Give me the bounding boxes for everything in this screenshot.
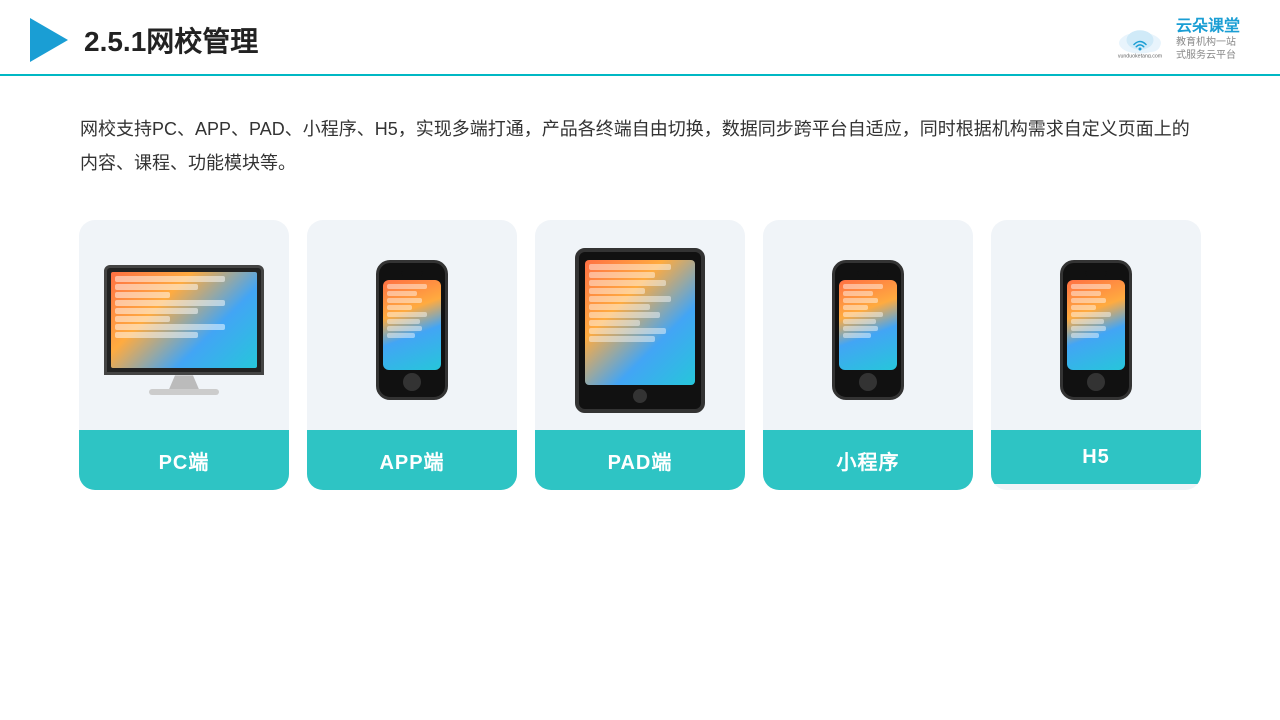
svg-text:yunduoketang.com: yunduoketang.com	[1118, 53, 1163, 58]
card-pc-label: PC端	[79, 430, 289, 490]
logo-tagline: 教育机构一站式服务云平台	[1176, 36, 1236, 62]
card-pc[interactable]: PC端	[79, 220, 289, 490]
card-app-label: APP端	[307, 430, 517, 490]
card-h5-label: H5	[991, 430, 1201, 484]
card-pad-label: PAD端	[535, 430, 745, 490]
card-mini-label: 小程序	[763, 430, 973, 490]
card-app-image	[307, 220, 517, 430]
description-paragraph: 网校支持PC、APP、PAD、小程序、H5，实现多端打通，产品各终端自由切换，数…	[80, 112, 1200, 180]
logo-area: yunduoketang.com 云朵课堂 教育机构一站式服务云平台	[1110, 18, 1240, 62]
logo-name: 云朵课堂	[1176, 18, 1240, 36]
cloud-logo-svg: yunduoketang.com	[1110, 22, 1170, 58]
phone-mockup-app	[376, 260, 448, 400]
phone-mockup-h5	[1060, 260, 1132, 400]
play-icon	[30, 18, 68, 62]
card-h5-image	[991, 220, 1201, 430]
header-left: 2.5.1网校管理	[30, 18, 258, 62]
card-app[interactable]: APP端	[307, 220, 517, 490]
card-pad[interactable]: PAD端	[535, 220, 745, 490]
card-mini[interactable]: 小程序	[763, 220, 973, 490]
description-text: 网校支持PC、APP、PAD、小程序、H5，实现多端打通，产品各终端自由切换，数…	[0, 76, 1280, 200]
card-h5[interactable]: H5	[991, 220, 1201, 490]
tablet-mockup	[575, 248, 705, 413]
cards-container: PC端 APP端	[0, 200, 1280, 510]
page-title: 2.5.1网校管理	[84, 20, 258, 60]
page-header: 2.5.1网校管理 yunduoketang.com 云朵课堂 教育机构一站式服…	[0, 0, 1280, 76]
pc-mockup	[104, 265, 264, 395]
card-pad-image	[535, 220, 745, 430]
card-pc-image	[79, 220, 289, 430]
logo-icon: yunduoketang.com 云朵课堂 教育机构一站式服务云平台	[1110, 18, 1240, 62]
phone-mockup-mini	[832, 260, 904, 400]
card-mini-image	[763, 220, 973, 430]
